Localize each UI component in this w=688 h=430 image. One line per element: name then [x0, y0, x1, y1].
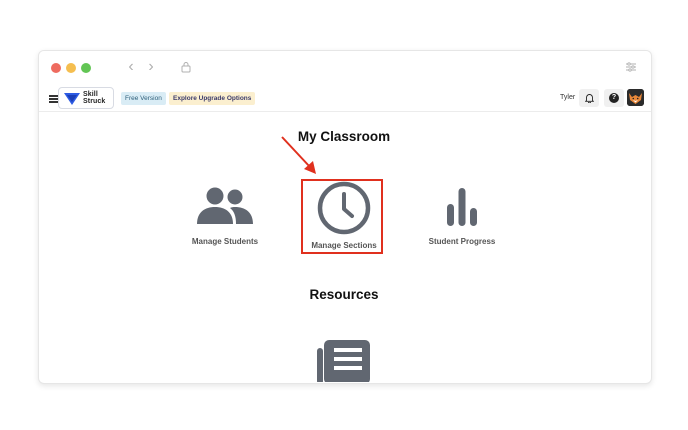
logo-mark-icon: [64, 93, 80, 105]
fox-avatar-icon: [627, 89, 644, 106]
annotation-highlight-box: [301, 179, 383, 254]
forward-button[interactable]: ›: [144, 59, 158, 75]
manage-students-card[interactable]: Manage Students: [175, 186, 275, 246]
resources-heading: Resources: [309, 287, 379, 302]
user-name: Tyler: [560, 94, 576, 101]
annotation-arrow-icon: [281, 136, 316, 174]
close-window-button[interactable]: [51, 63, 61, 73]
help-icon: ?: [609, 93, 619, 103]
notifications-button[interactable]: [579, 89, 599, 107]
maximize-window-button[interactable]: [81, 63, 91, 73]
free-version-badge: Free Version: [121, 92, 166, 105]
newspaper-icon: [317, 340, 370, 382]
student-progress-card[interactable]: Student Progress: [412, 186, 512, 246]
manage-students-label: Manage Students: [191, 237, 259, 246]
resources-card[interactable]: [316, 338, 372, 382]
logo-text-line2: Struck: [83, 98, 106, 105]
settings-sliders-icon[interactable]: [625, 61, 637, 73]
back-button[interactable]: ‹: [124, 59, 138, 75]
people-icon: [197, 187, 253, 224]
lock-icon: [181, 62, 191, 73]
bar-chart-icon: [447, 188, 477, 226]
bell-icon: [584, 94, 594, 103]
my-classroom-heading: My Classroom: [297, 129, 391, 144]
student-progress-label: Student Progress: [428, 237, 496, 246]
minimize-window-button[interactable]: [66, 63, 76, 73]
browser-toolbar: ‹ ›: [39, 51, 651, 85]
help-button[interactable]: ?: [604, 89, 624, 107]
skillstruck-logo[interactable]: Skill Struck: [58, 87, 114, 109]
menu-icon[interactable]: [49, 95, 58, 103]
logo-text-line1: Skill: [83, 91, 98, 98]
app-header: Skill Struck Free Version Explore Upgrad…: [39, 85, 651, 112]
upgrade-options-link[interactable]: Explore Upgrade Options: [169, 92, 256, 105]
user-avatar[interactable]: [627, 89, 644, 106]
